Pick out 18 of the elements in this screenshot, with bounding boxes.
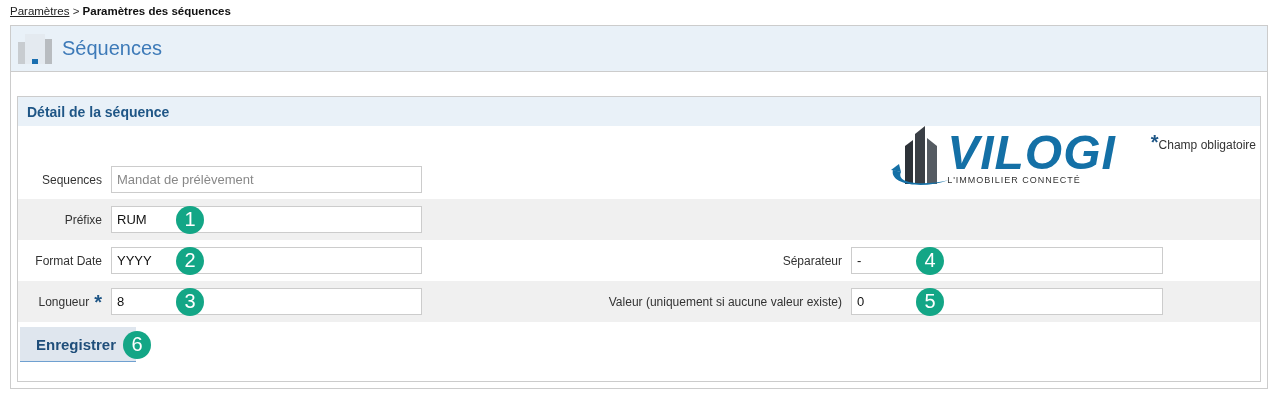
page-title: Séquences: [62, 37, 163, 60]
field-label: Longueur: [38, 294, 90, 309]
required-mark: *: [1150, 132, 1159, 152]
number-badge: 6: [123, 330, 151, 359]
field-label: Format Date: [35, 253, 102, 268]
required-note: Champ obligatoire: [1158, 138, 1256, 152]
required-mark: *: [94, 291, 102, 312]
field-label: Séparateur: [782, 253, 843, 268]
field-label: Préfixe: [64, 212, 102, 227]
logo-tagline: L'IMMOBILIER CONNECTÉ: [947, 175, 1082, 185]
field-label: Valeur (uniquement si aucune valeur existe): [608, 294, 843, 309]
breadcrumb-link[interactable]: Paramètres: [10, 5, 70, 17]
field-label: Sequences: [41, 172, 102, 187]
logo-name: VILOGI: [947, 131, 1116, 175]
building-icon: [18, 33, 52, 64]
breadcrumb-current: Paramètres des séquences: [82, 5, 231, 17]
section-title: Détail de la séquence: [18, 97, 1260, 126]
breadcrumb-separator: >: [72, 5, 80, 17]
